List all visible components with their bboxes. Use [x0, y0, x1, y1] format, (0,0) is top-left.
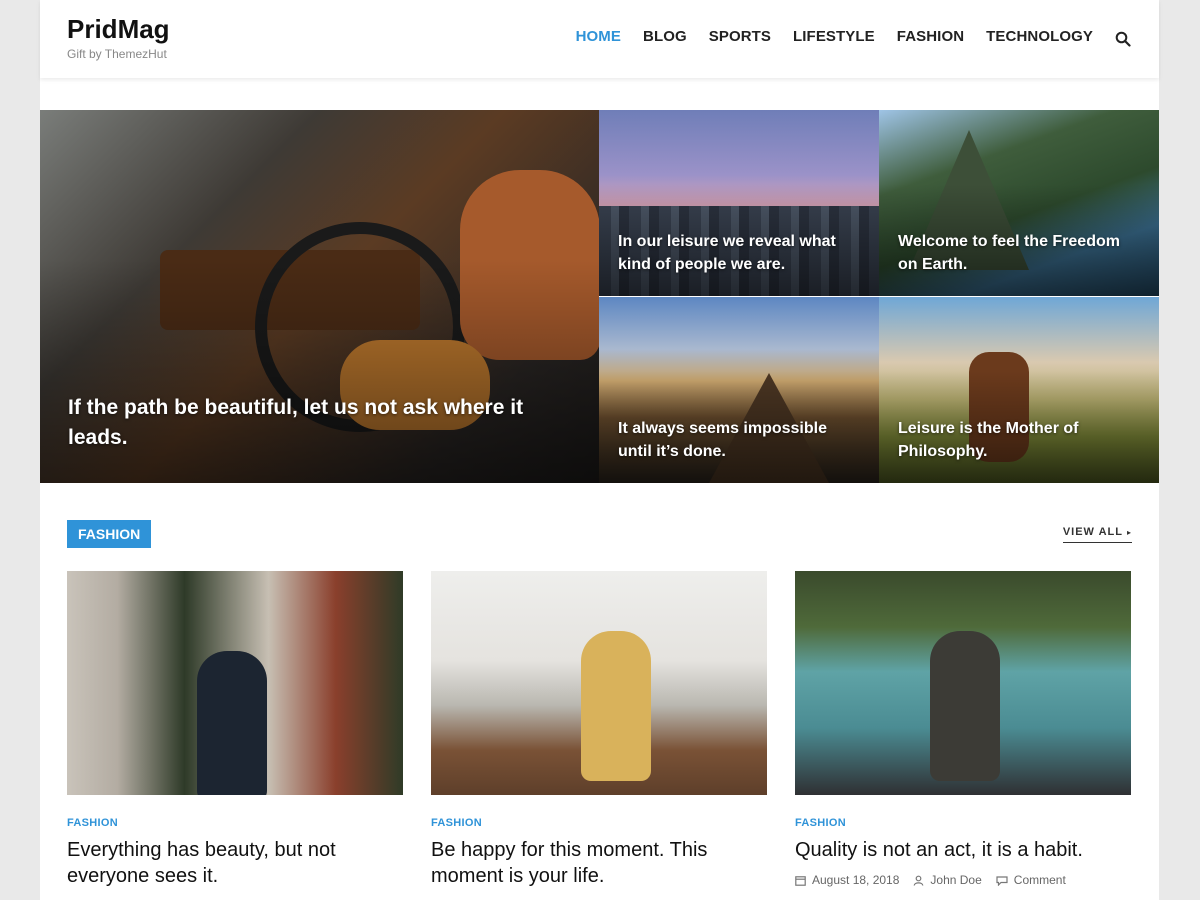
nav-item-sports[interactable]: SPORTS — [709, 28, 771, 45]
hero-tile-city[interactable]: In our leisure we reveal what kind of pe… — [599, 110, 879, 296]
site-logo[interactable]: PridMag — [67, 14, 170, 45]
post-title[interactable]: Everything has beauty, but not everyone … — [67, 837, 403, 889]
woman-in-truck-image — [930, 631, 1000, 781]
hero-main-post[interactable]: If the path be beautiful, let us not ask… — [40, 110, 599, 483]
post-title[interactable]: Be happy for this moment. This moment is… — [431, 837, 767, 889]
post-date[interactable]: August 18, 2018 — [812, 873, 899, 887]
main-nav: HOME BLOG SPORTS LIFESTYLE FASHION TECHN… — [554, 28, 1093, 45]
view-all-label: VIEW ALL — [1062, 526, 1123, 538]
nav-item-blog[interactable]: BLOG — [643, 28, 687, 45]
section-title-fashion[interactable]: FASHION — [67, 520, 152, 548]
site-tagline: Gift by ThemezHut — [67, 47, 167, 61]
post-thumbnail[interactable] — [795, 571, 1131, 795]
user-icon — [913, 875, 924, 886]
woman-in-dress-image — [197, 651, 267, 795]
page: PridMag Gift by ThemezHut HOME BLOG SPOR… — [40, 0, 1159, 900]
nav-item-technology[interactable]: TECHNOLOGY — [986, 28, 1093, 45]
nav-item-home[interactable]: HOME — [576, 28, 621, 45]
hero-tile-railway[interactable]: It always seems impossible until it’s do… — [599, 297, 879, 483]
post-card: FASHION Be happy for this moment. This m… — [431, 571, 767, 889]
view-all-link[interactable]: VIEW ALL ▸ — [1062, 526, 1132, 543]
post-category[interactable]: FASHION — [67, 817, 403, 829]
hero-tile-horse[interactable]: Leisure is the Mother of Philosophy. — [879, 297, 1159, 483]
calendar-icon — [795, 875, 806, 886]
hero-tile-caption[interactable]: Leisure is the Mother of Philosophy. — [898, 417, 1138, 463]
post-title[interactable]: Quality is not an act, it is a habit. — [795, 837, 1131, 863]
caret-right-icon: ▸ — [1126, 528, 1132, 537]
hero-tile-caption[interactable]: It always seems impossible until it’s do… — [618, 417, 858, 463]
post-thumbnail[interactable] — [431, 571, 767, 795]
woman-in-chair-image — [581, 631, 651, 781]
hero-main-caption[interactable]: If the path be beautiful, let us not ask… — [68, 393, 548, 453]
hero-grid: If the path be beautiful, let us not ask… — [40, 110, 1159, 483]
post-thumbnail[interactable] — [67, 571, 403, 795]
site-header: PridMag Gift by ThemezHut HOME BLOG SPOR… — [40, 0, 1159, 78]
hero-tile-mountain[interactable]: Welcome to feel the Freedom on Earth. — [879, 110, 1159, 296]
post-card: FASHION Everything has beauty, but not e… — [67, 571, 403, 889]
post-category[interactable]: FASHION — [431, 817, 767, 829]
search-icon[interactable] — [1115, 31, 1131, 47]
hero-tile-caption[interactable]: Welcome to feel the Freedom on Earth. — [898, 230, 1138, 276]
hero-tile-caption[interactable]: In our leisure we reveal what kind of pe… — [618, 230, 858, 276]
post-category[interactable]: FASHION — [795, 817, 1131, 829]
post-meta: August 18, 2018 John Doe Comment — [795, 873, 1131, 887]
post-card: FASHION Quality is not an act, it is a h… — [795, 571, 1131, 887]
nav-item-lifestyle[interactable]: LIFESTYLE — [793, 28, 875, 45]
comment-icon — [996, 875, 1008, 886]
post-comments[interactable]: Comment — [1014, 873, 1066, 887]
post-author[interactable]: John Doe — [930, 873, 981, 887]
nav-item-fashion[interactable]: FASHION — [897, 28, 964, 45]
